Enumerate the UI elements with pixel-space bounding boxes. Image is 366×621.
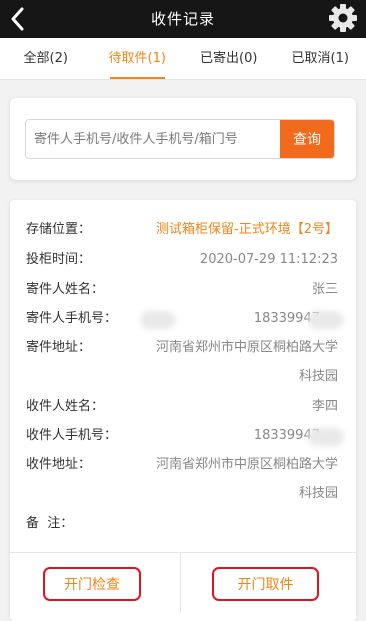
search-box: 查询 <box>25 119 335 159</box>
tab-bar: 全部(2) 待取件(1) 已寄出(0) 已取消(1) <box>0 38 366 80</box>
search-card: 查询 <box>10 98 356 180</box>
gear-icon[interactable] <box>328 3 358 33</box>
redaction-blur <box>308 311 344 329</box>
remark-label: 备 注： <box>26 516 74 531</box>
storage-label: 存储位置： <box>26 222 92 237</box>
sender-address-line1: 河南省郑州市中原区桐柏路大学 <box>155 340 338 355</box>
sender-address-label: 寄件地址： <box>26 340 92 355</box>
tab-sent[interactable]: 已寄出(0) <box>183 38 275 79</box>
time-label: 投柜时间： <box>26 252 92 267</box>
search-input[interactable] <box>26 120 282 158</box>
storage-value: 测试箱柜保留-正式环境【2号】 <box>156 222 338 237</box>
action-divider <box>180 553 181 613</box>
search-button[interactable]: 查询 <box>280 120 334 158</box>
sender-phone-label: 寄件人手机号： <box>26 311 118 326</box>
receiver-name-label: 收件人姓名： <box>26 399 105 414</box>
receiver-address-label: 收件地址： <box>26 457 92 472</box>
tab-cancelled[interactable]: 已取消(1) <box>275 38 366 79</box>
receiver-phone-label: 收件人手机号： <box>26 428 118 443</box>
time-value: 2020-07-29 11:12:23 <box>199 252 338 267</box>
header-bar: 收件记录 <box>0 0 366 38</box>
tab-pending[interactable]: 待取件(1) <box>92 38 184 79</box>
receiver-address-line2: 科技园 <box>298 486 338 501</box>
open-check-button[interactable]: 开门检查 <box>43 567 141 601</box>
sender-name-value: 张三 <box>311 282 338 297</box>
action-bar: 开门检查 开门取件 <box>10 552 356 613</box>
sender-address-line2: 科技园 <box>298 369 338 384</box>
redaction-blur <box>308 428 344 446</box>
record-card: 存储位置： 测试箱柜保留-正式环境【2号】 投柜时间： 2020-07-29 1… <box>10 200 356 621</box>
tab-all[interactable]: 全部(2) <box>0 38 92 79</box>
redaction-blur <box>140 311 176 329</box>
sender-name-label: 寄件人姓名： <box>26 282 105 297</box>
open-pickup-button[interactable]: 开门取件 <box>212 567 319 601</box>
receiver-address-line1: 河南省郑州市中原区桐柏路大学 <box>155 457 338 472</box>
page-title: 收件记录 <box>150 10 215 28</box>
receiver-name-value: 李四 <box>311 399 338 414</box>
